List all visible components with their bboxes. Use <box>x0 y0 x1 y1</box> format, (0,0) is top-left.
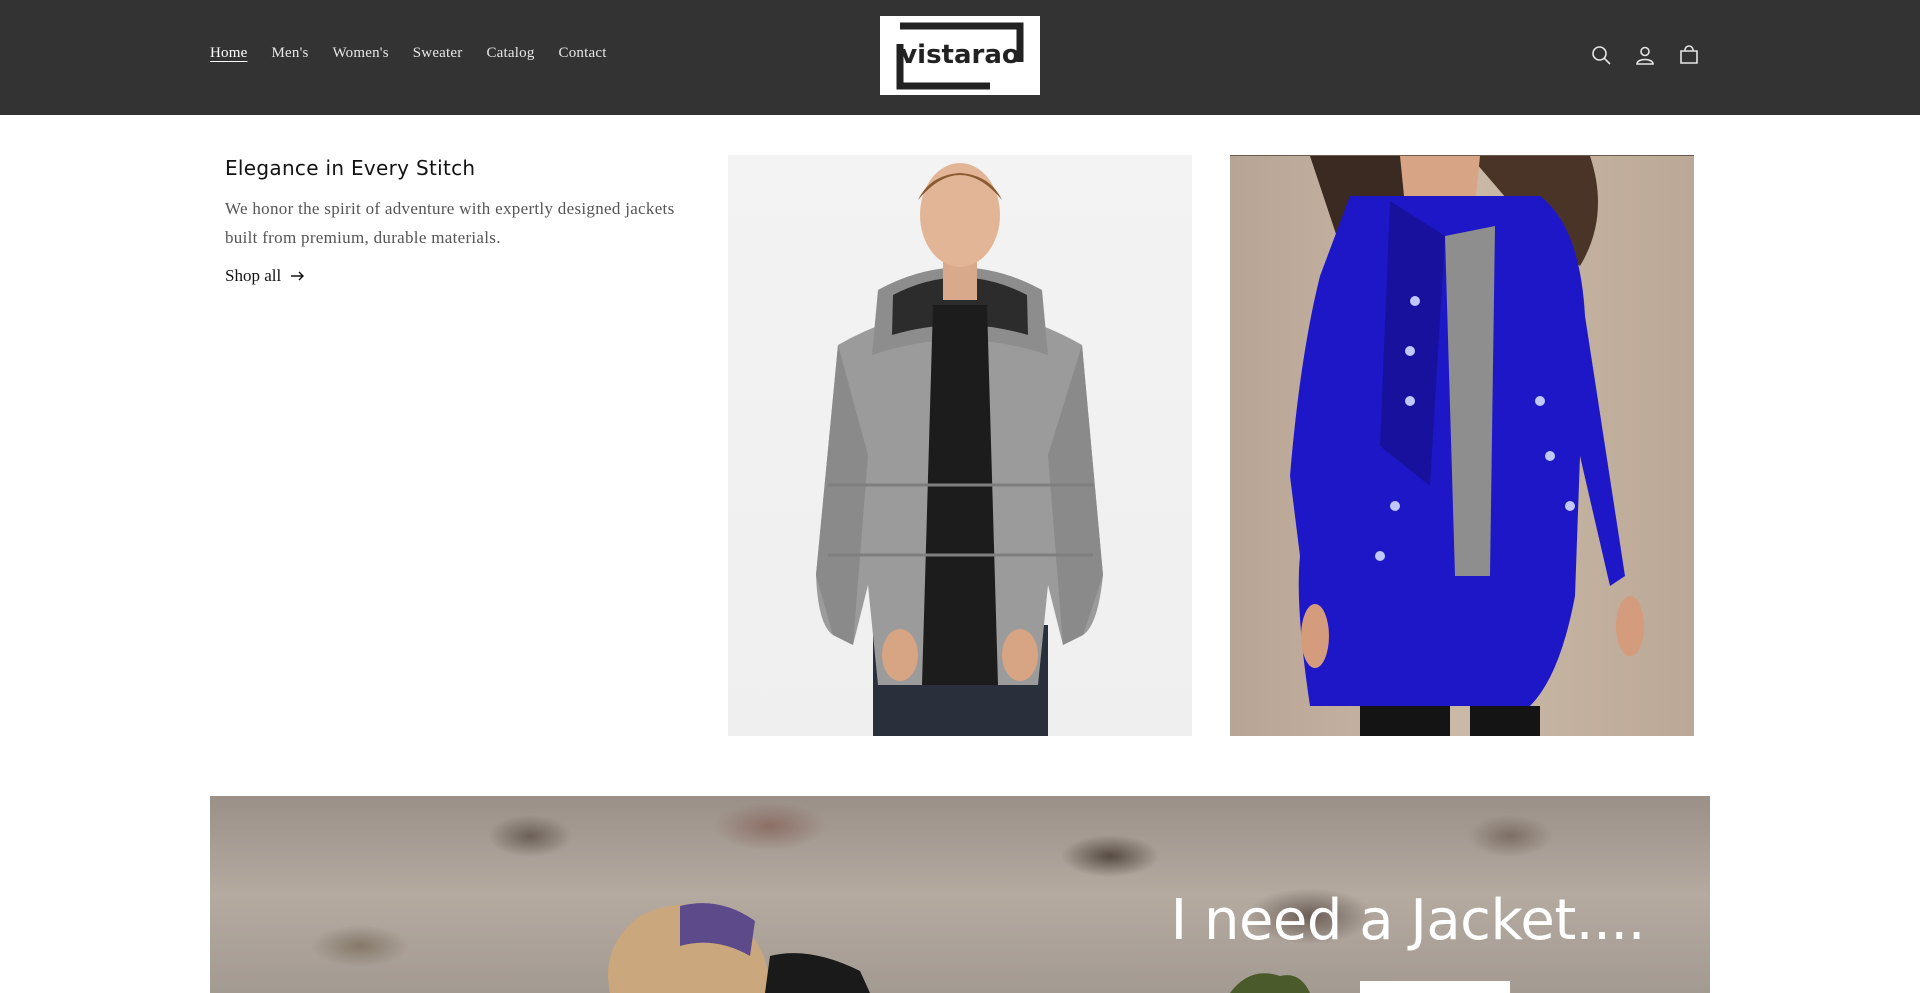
arrow-right-icon <box>291 271 305 281</box>
search-icon[interactable] <box>1590 44 1612 66</box>
nav-item-catalog[interactable]: Catalog <box>486 45 534 62</box>
nav-item-womens[interactable]: Women's <box>333 45 389 62</box>
banner-title: I need a Jacket.... <box>1170 888 1646 953</box>
intro-description: We honor the spirit of adventure with ex… <box>225 199 675 247</box>
nav-item-home[interactable]: Home <box>210 45 247 62</box>
site-header: Home Men's Women's Sweater Catalog Conta… <box>0 0 1920 115</box>
logo-image: vistarao <box>896 22 1024 89</box>
cart-icon[interactable] <box>1678 44 1700 66</box>
womens-coat-illustration <box>1290 156 1644 736</box>
logo-text: vistarao <box>900 40 1020 70</box>
main-nav: Home Men's Women's Sweater Catalog Conta… <box>210 45 607 62</box>
mens-jacket-image[interactable] <box>728 155 1192 736</box>
nav-item-contact[interactable]: Contact <box>559 45 607 62</box>
nav-item-sweater[interactable]: Sweater <box>413 45 463 62</box>
banner-shop-button[interactable] <box>1360 981 1510 993</box>
intro-text: Elegance in Every Stitch We honor the sp… <box>225 156 685 286</box>
promo-banner: I need a Jacket.... <box>210 796 1710 993</box>
shop-all-link[interactable]: Shop all <box>225 266 305 286</box>
womens-coat-image[interactable] <box>1230 155 1694 736</box>
header-icons <box>1590 44 1700 66</box>
nav-item-mens[interactable]: Men's <box>271 45 308 62</box>
mens-jacket-illustration <box>816 163 1103 736</box>
shop-all-label: Shop all <box>225 266 282 285</box>
account-icon[interactable] <box>1634 44 1656 66</box>
intro-title: Elegance in Every Stitch <box>225 156 476 180</box>
site-logo[interactable]: vistarao <box>880 16 1040 95</box>
